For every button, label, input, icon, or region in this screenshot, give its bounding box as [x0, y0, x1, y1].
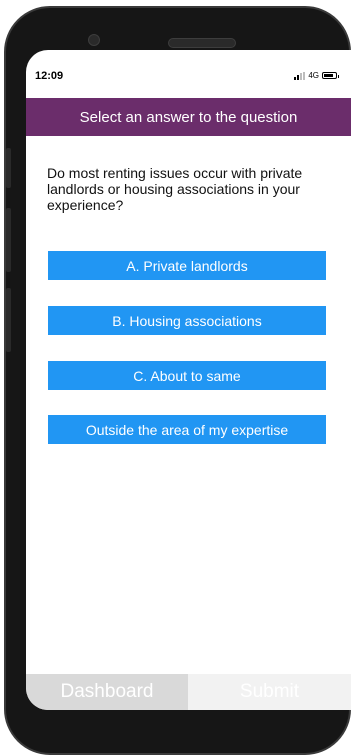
signal-icon	[294, 71, 306, 80]
front-camera	[88, 34, 100, 46]
answer-button-outside-expertise[interactable]: Outside the area of my expertise	[48, 415, 326, 444]
earpiece-speaker	[168, 38, 236, 48]
answer-label: B. Housing associations	[112, 312, 262, 329]
answer-label: Outside the area of my expertise	[85, 421, 289, 438]
status-indicators: 4G	[294, 71, 339, 80]
mute-switch	[6, 148, 11, 188]
question-text: Do most renting issues occur with privat…	[47, 165, 303, 213]
status-time: 12:09	[35, 70, 64, 82]
status-bar: 12:09 4G	[26, 50, 351, 100]
volume-up-button	[6, 208, 11, 272]
answer-button-b[interactable]: B. Housing associations	[48, 306, 326, 335]
battery-icon	[322, 72, 339, 79]
footer-bar: Dashboard Submit	[26, 674, 351, 710]
app-screen: 12:09 4G Select an answer to the questio…	[26, 50, 351, 710]
network-type: 4G	[308, 71, 319, 80]
answer-label: A. Private landlords	[126, 257, 248, 274]
volume-down-button	[6, 288, 11, 352]
answer-button-c[interactable]: C. About to same	[48, 361, 326, 390]
page-header: Select an answer to the question	[26, 98, 351, 136]
dashboard-button[interactable]: Dashboard	[26, 674, 188, 710]
answer-button-a[interactable]: A. Private landlords	[48, 251, 326, 280]
submit-button[interactable]: Submit	[188, 674, 351, 710]
answer-label: C. About to same	[133, 367, 241, 384]
page-title: Select an answer to the question	[79, 108, 298, 126]
